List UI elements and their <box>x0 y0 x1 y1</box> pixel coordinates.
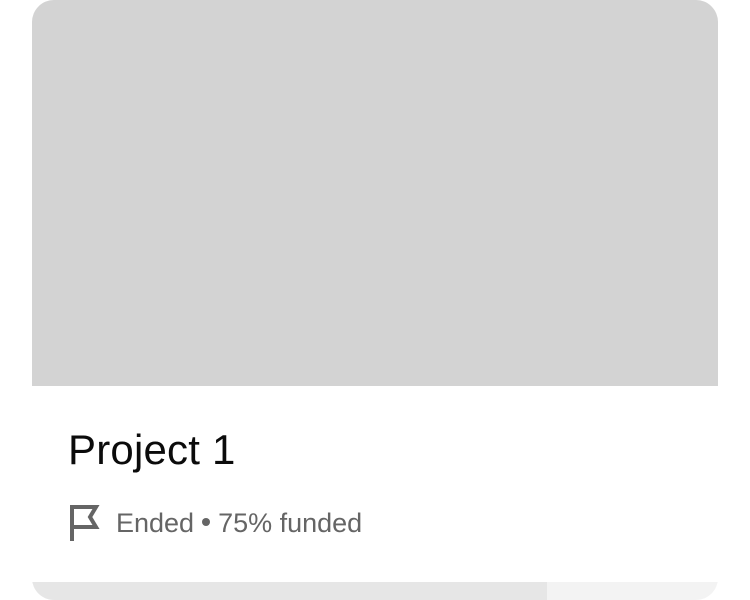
project-title[interactable]: Project 1 <box>68 420 236 480</box>
funded-text: 75% funded <box>218 507 363 538</box>
separator-dot <box>202 518 211 527</box>
funding-progress-fill <box>32 582 547 600</box>
project-card[interactable]: Project 1 Ended 75% funded <box>32 0 718 600</box>
funding-progress-bar <box>32 582 718 600</box>
status-text: Ended <box>116 507 195 538</box>
project-thumbnail[interactable] <box>32 0 718 386</box>
flag-icon <box>68 505 100 541</box>
project-meta: Ended 75% funded <box>68 503 362 543</box>
